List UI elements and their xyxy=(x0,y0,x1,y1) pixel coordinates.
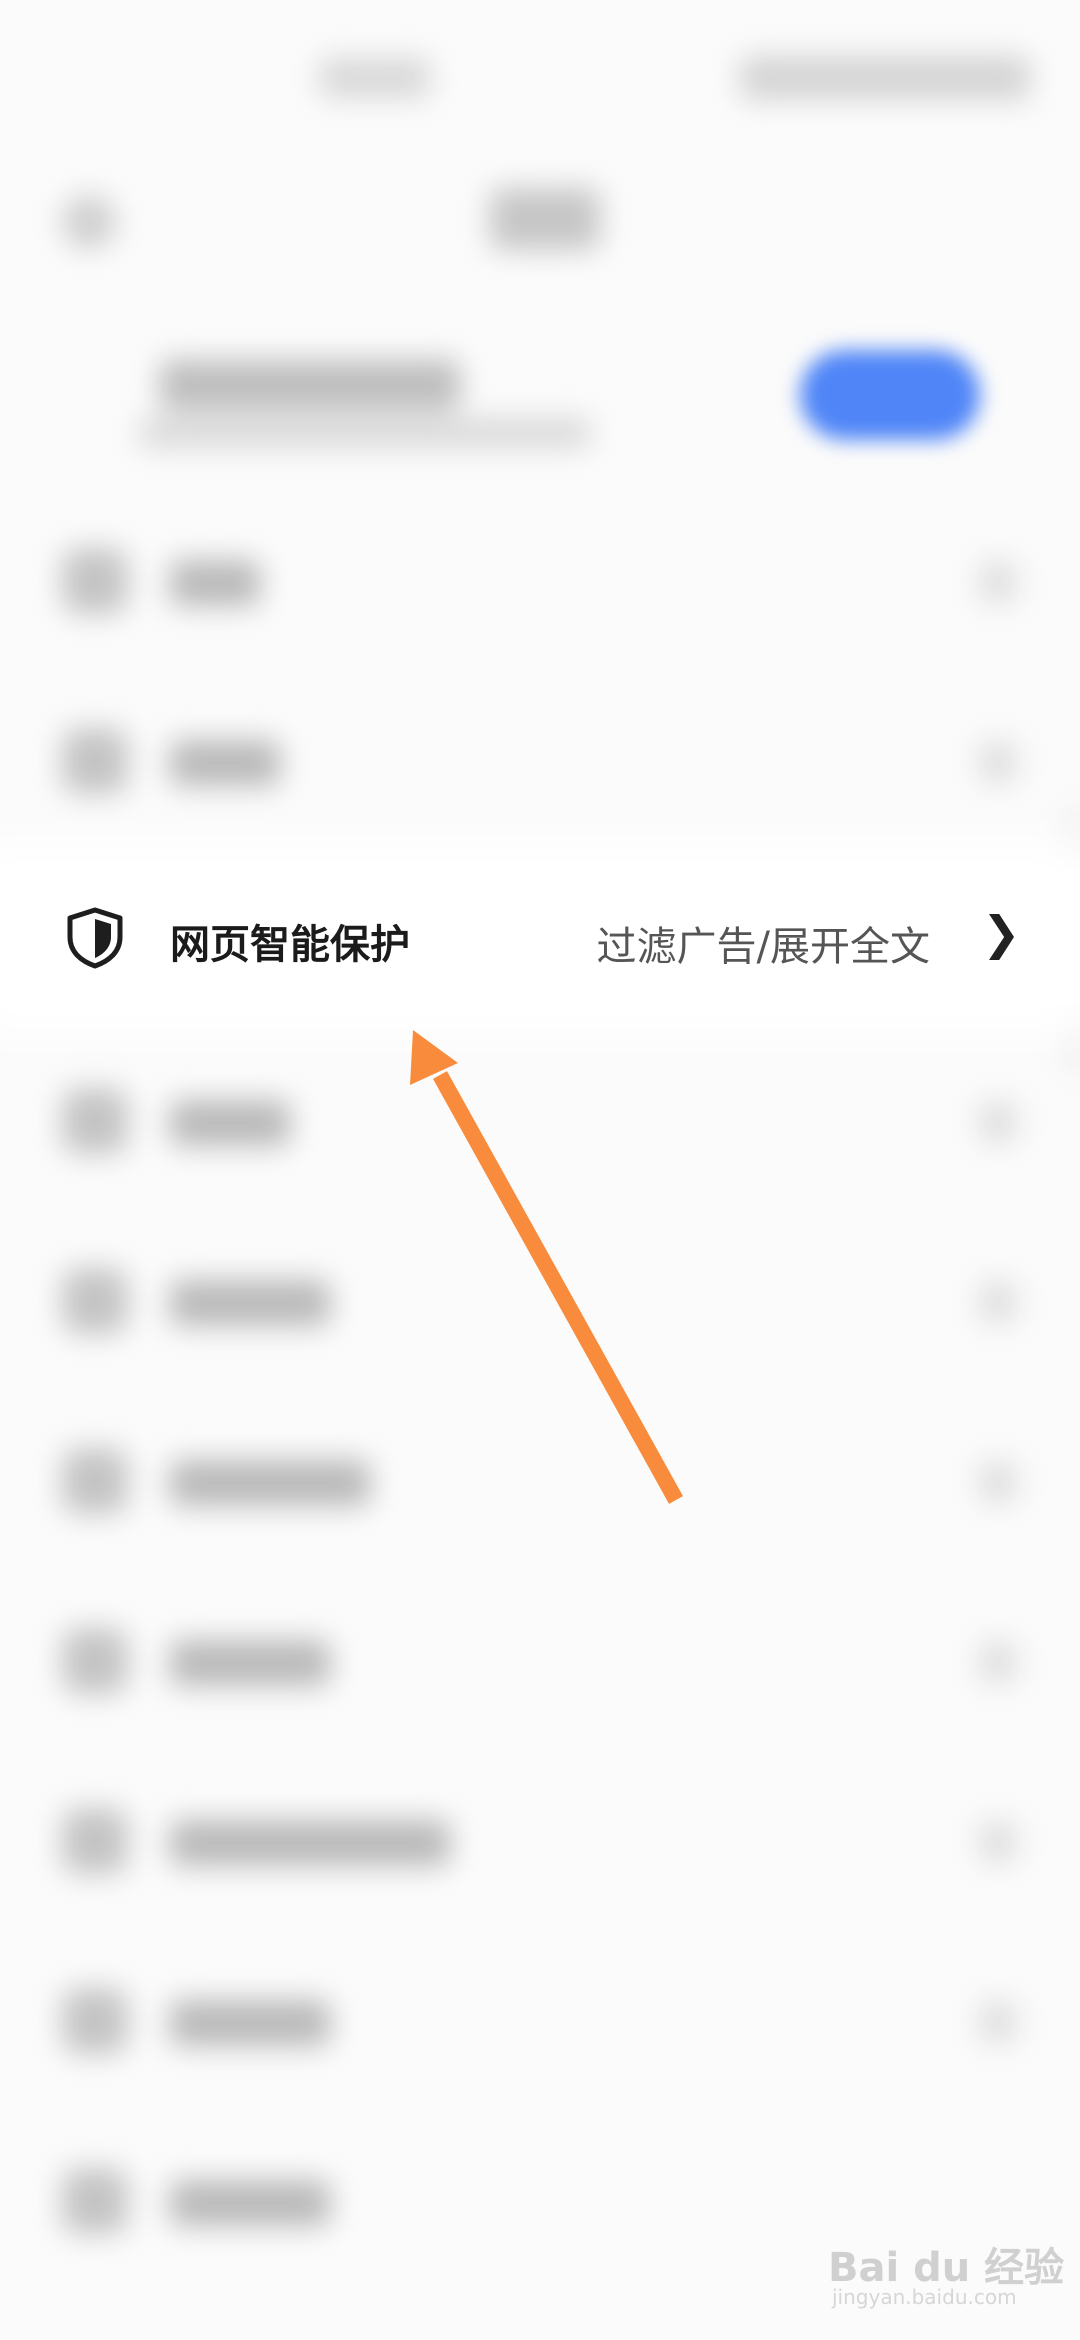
chevron-right-icon xyxy=(980,1102,1016,1142)
back-icon[interactable] xyxy=(62,195,116,249)
row-label-blurred xyxy=(170,1640,330,1686)
banner-action-button[interactable] xyxy=(800,350,980,440)
chevron-right-icon xyxy=(980,1462,1016,1502)
settings-row-blurred[interactable] xyxy=(0,700,1080,820)
row-label-blurred xyxy=(170,1100,290,1146)
row-label-blurred xyxy=(170,560,260,606)
settings-row-blurred[interactable] xyxy=(0,1240,1080,1360)
chevron-right-icon xyxy=(980,2002,1016,2042)
settings-row-blurred[interactable] xyxy=(0,1600,1080,1720)
chevron-right-icon xyxy=(980,742,1016,782)
row-icon xyxy=(62,728,128,794)
chevron-right-icon xyxy=(980,1822,1016,1862)
settings-row-web-protection[interactable]: 网页智能保护 过滤广告/展开全文 ❯ xyxy=(0,870,1080,1005)
shield-icon xyxy=(67,907,123,969)
settings-row-blurred[interactable] xyxy=(0,1960,1080,2080)
chevron-right-icon xyxy=(980,562,1016,602)
row-icon xyxy=(62,1088,128,1154)
chevron-right-icon: ❯ xyxy=(982,906,1021,960)
status-time-blurred xyxy=(320,58,430,98)
chevron-right-icon xyxy=(980,1282,1016,1322)
status-icons-blurred xyxy=(740,56,1030,100)
settings-row-blurred[interactable] xyxy=(0,1060,1080,1180)
row-label-blurred xyxy=(170,1460,370,1506)
row-icon xyxy=(62,1268,128,1334)
row-icon xyxy=(62,2168,128,2234)
page-title-blurred xyxy=(490,188,600,250)
row-icon xyxy=(62,1808,128,1874)
row-icon xyxy=(62,1448,128,1514)
row-label-blurred xyxy=(170,1280,330,1326)
row-icon xyxy=(62,1628,128,1694)
settings-row-blurred[interactable] xyxy=(0,1420,1080,1540)
banner-subtitle-blurred xyxy=(140,418,590,448)
chevron-right-icon xyxy=(980,1642,1016,1682)
row-icon xyxy=(62,1988,128,2054)
row-label-blurred xyxy=(170,740,280,786)
banner-title-blurred xyxy=(160,360,460,410)
settings-row-blurred[interactable] xyxy=(0,1780,1080,1900)
row-label-blurred xyxy=(170,2180,330,2226)
row-label-blurred xyxy=(170,2000,330,2046)
row-label-blurred xyxy=(170,1820,450,1866)
settings-row-blurred[interactable] xyxy=(0,520,1080,640)
watermark-url: jingyan.baidu.com xyxy=(832,2285,1017,2309)
row-icon xyxy=(62,548,128,614)
setting-value: 过滤广告/展开全文 xyxy=(596,924,930,970)
setting-label: 网页智能保护 xyxy=(170,922,410,968)
